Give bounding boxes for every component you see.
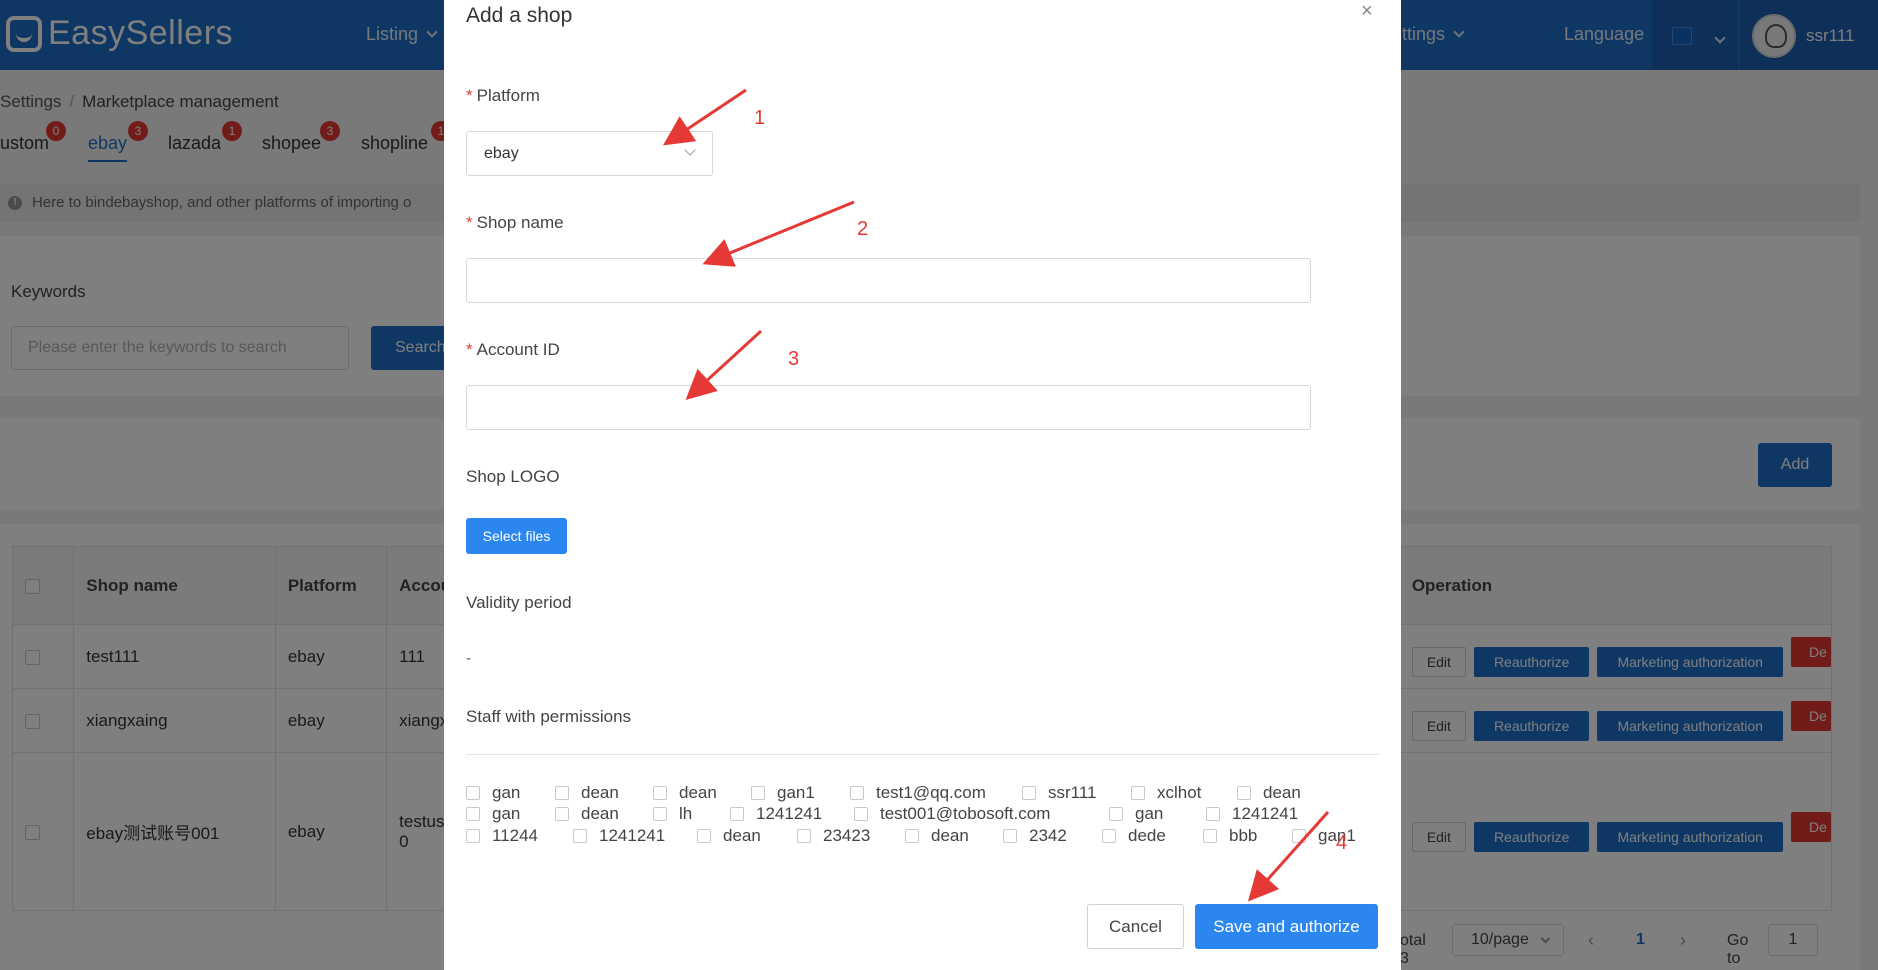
checkbox[interactable] — [730, 806, 744, 821]
checkbox[interactable] — [905, 828, 919, 843]
account-id-input[interactable] — [466, 385, 1311, 430]
validity-period-value: - — [466, 650, 472, 667]
staff-checkbox[interactable]: gan — [1109, 804, 1163, 824]
add-shop-dialog: Add a shop × * Platform ebay * Shop name *… — [444, 0, 1401, 970]
checkbox[interactable] — [555, 806, 569, 821]
staff-name: dean — [1263, 783, 1301, 802]
checkbox[interactable] — [850, 785, 864, 800]
staff-checkbox[interactable]: dede — [1102, 826, 1166, 846]
checkbox[interactable] — [797, 828, 811, 843]
staff-checkbox[interactable]: 1241241 — [730, 804, 822, 824]
staff-checkbox[interactable]: bbb — [1203, 826, 1257, 846]
staff-name: 1241241 — [756, 804, 823, 823]
account-id-label: * Account ID — [466, 340, 560, 360]
required-mark: * — [466, 213, 473, 232]
staff-name: gan — [1135, 804, 1164, 823]
staff-name: 2342 — [1029, 826, 1067, 845]
checkbox[interactable] — [697, 828, 711, 843]
staff-name: bbb — [1229, 826, 1258, 845]
annotation-number-1: 1 — [754, 107, 766, 129]
staff-name: lh — [679, 804, 693, 823]
staff-name: gan1 — [777, 783, 815, 802]
shop-logo-label: Shop LOGO — [466, 467, 560, 486]
staff-name: ssr111 — [1048, 783, 1097, 802]
annotation-number-3: 3 — [788, 348, 800, 370]
checkbox[interactable] — [1237, 785, 1251, 800]
staff-checkbox[interactable]: lh — [653, 804, 692, 824]
staff-permissions-label: Staff with permissions — [466, 707, 632, 726]
staff-name: xclhot — [1157, 783, 1202, 802]
checkbox[interactable] — [555, 785, 569, 800]
checkbox[interactable] — [1131, 785, 1145, 800]
staff-checkbox[interactable]: gan — [466, 804, 520, 824]
annotation-number-2: 2 — [857, 218, 869, 240]
platform-select[interactable]: ebay — [466, 131, 713, 176]
checkbox[interactable] — [1109, 806, 1123, 821]
checkbox[interactable] — [466, 806, 480, 821]
staff-name: gan — [492, 783, 521, 802]
checkbox[interactable] — [466, 828, 480, 843]
shop-name-input[interactable] — [466, 258, 1311, 303]
account-id-label-text: Account ID — [476, 340, 560, 359]
staff-name: 1241241 — [1232, 804, 1299, 823]
staff-name: dede — [1128, 826, 1166, 845]
staff-checkbox[interactable]: dean — [653, 783, 717, 803]
checkbox[interactable] — [653, 785, 667, 800]
staff-checkbox[interactable]: test001@tobosoft.com — [854, 804, 1050, 824]
staff-name: 11244 — [492, 826, 539, 845]
checkbox[interactable] — [751, 785, 765, 800]
checkbox[interactable] — [573, 828, 587, 843]
select-files-button[interactable]: Select files — [466, 518, 567, 554]
chevron-down-icon — [684, 144, 696, 156]
required-mark: * — [466, 340, 473, 359]
checkbox[interactable] — [653, 806, 667, 821]
shop-name-label-text: Shop name — [476, 213, 564, 232]
platform-select-value: ebay — [484, 145, 519, 162]
staff-name: test1@qq.com — [876, 783, 986, 802]
checkbox[interactable] — [1022, 785, 1036, 800]
staff-checkbox[interactable]: 23423 — [797, 826, 870, 846]
platform-label-text: Platform — [476, 86, 540, 105]
staff-name: 23423 — [823, 826, 871, 845]
staff-name: dean — [679, 783, 717, 802]
checkbox[interactable] — [1206, 806, 1220, 821]
checkbox[interactable] — [854, 806, 868, 821]
required-mark: * — [466, 86, 473, 105]
staff-checkbox[interactable]: test1@qq.com — [850, 783, 986, 803]
checkbox[interactable] — [1292, 828, 1306, 843]
staff-checkbox[interactable]: dean — [697, 826, 761, 846]
staff-name: dean — [581, 804, 619, 823]
staff-checkbox[interactable]: gan1 — [751, 783, 815, 803]
staff-checkbox[interactable]: gan — [466, 783, 520, 803]
staff-name: test001@tobosoft.com — [880, 804, 1051, 823]
staff-checkbox[interactable]: 1241241 — [573, 826, 665, 846]
staff-name: dean — [723, 826, 761, 845]
cancel-button[interactable]: Cancel — [1087, 904, 1184, 949]
staff-checkbox[interactable]: 1241241 — [1206, 804, 1298, 824]
staff-checkbox[interactable]: dean — [555, 783, 619, 803]
platform-label: * Platform — [466, 86, 540, 106]
staff-name: 1241241 — [599, 826, 666, 845]
validity-period-label: Validity period — [466, 593, 572, 612]
staff-checkbox[interactable]: 2342 — [1003, 826, 1067, 846]
staff-name: dean — [581, 783, 619, 802]
divider — [466, 754, 1379, 755]
annotation-number-4: 4 — [1336, 832, 1348, 854]
staff-name: dean — [931, 826, 969, 845]
staff-checkbox[interactable]: dean — [555, 804, 619, 824]
staff-checkbox[interactable]: dean — [905, 826, 969, 846]
checkbox[interactable] — [1003, 828, 1017, 843]
close-icon[interactable]: × — [1361, 0, 1373, 23]
staff-checkbox[interactable]: ssr111 — [1022, 783, 1097, 803]
staff-name: gan — [492, 804, 521, 823]
checkbox[interactable] — [1203, 828, 1217, 843]
dialog-title: Add a shop — [466, 4, 573, 27]
staff-checkbox[interactable]: dean — [1237, 783, 1301, 803]
staff-checkbox[interactable]: 11244 — [466, 826, 538, 846]
checkbox[interactable] — [1102, 828, 1116, 843]
shop-name-label: * Shop name — [466, 213, 564, 233]
checkbox[interactable] — [466, 785, 480, 800]
save-and-authorize-button[interactable]: Save and authorize — [1195, 904, 1378, 949]
staff-checkbox[interactable]: xclhot — [1131, 783, 1201, 803]
